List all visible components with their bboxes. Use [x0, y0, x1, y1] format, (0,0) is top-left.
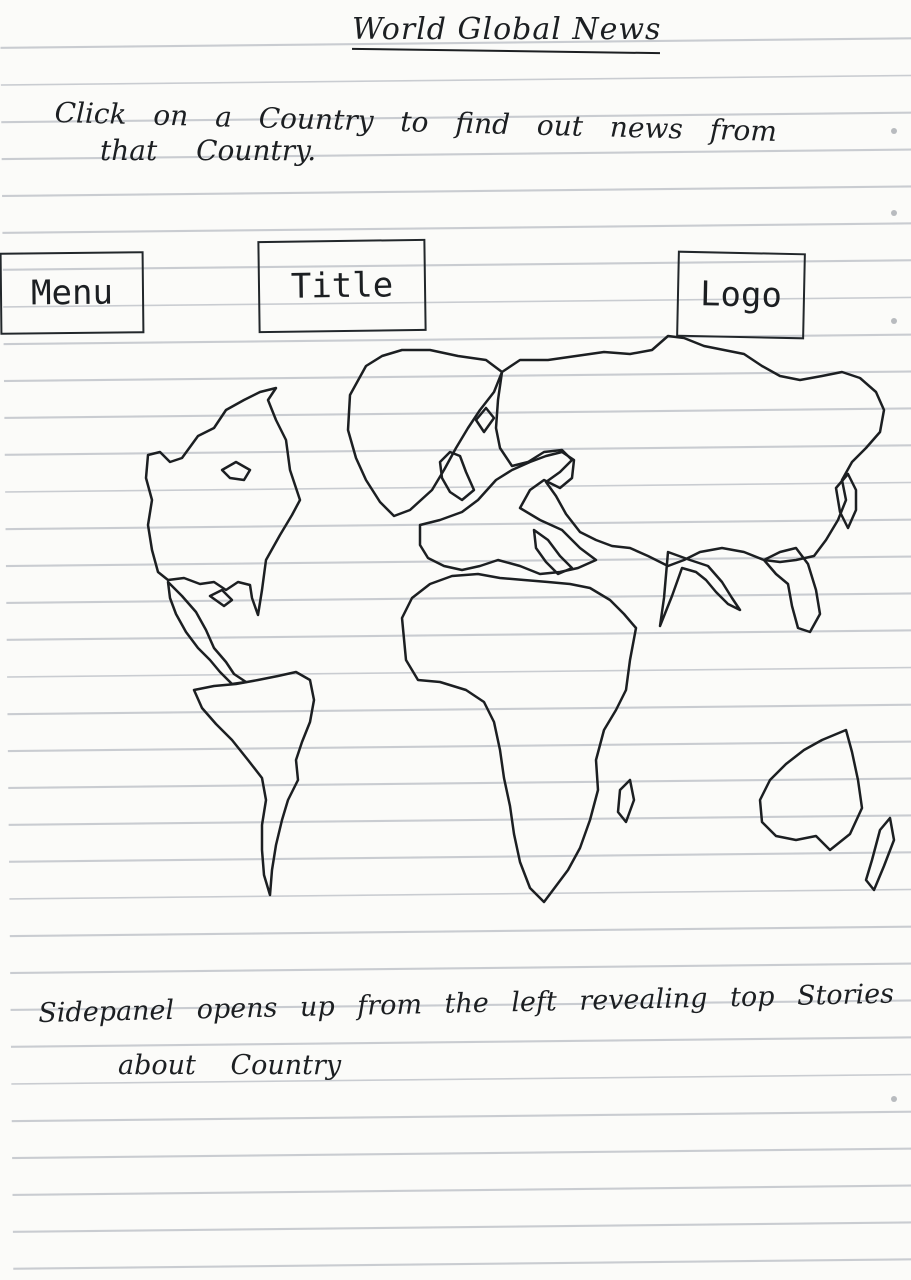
- uk-country[interactable]: [438, 450, 476, 502]
- binding-hole: [891, 128, 897, 134]
- logo-box[interactable]: Logo: [676, 250, 806, 340]
- italy-country[interactable]: [532, 528, 574, 576]
- page-title: World Global News: [352, 12, 662, 47]
- central-america-country[interactable]: [166, 580, 248, 686]
- south-america-country[interactable]: [192, 670, 316, 897]
- site-title-label: Title: [290, 265, 394, 307]
- binding-hole: [891, 1096, 897, 1102]
- north-america-country[interactable]: [144, 386, 302, 617]
- world-map[interactable]: [0, 330, 911, 920]
- menu-label: Menu: [30, 272, 114, 314]
- sidepanel-note-line-2: about Country: [118, 1050, 342, 1081]
- new-zealand-country[interactable]: [864, 816, 896, 892]
- india-country[interactable]: [658, 550, 742, 628]
- africa-country[interactable]: [400, 572, 638, 904]
- binding-hole: [891, 210, 897, 216]
- hudson-bay-outline: [220, 460, 252, 482]
- logo-label: Logo: [699, 274, 783, 316]
- australia-country[interactable]: [758, 728, 864, 852]
- scandinavia-country[interactable]: [346, 348, 504, 518]
- binding-hole: [891, 318, 897, 324]
- europe-country[interactable]: [418, 450, 598, 576]
- madagascar-country[interactable]: [616, 778, 636, 824]
- instruction-line-2: that Country.: [100, 134, 317, 167]
- caribbean-outline: [208, 588, 234, 608]
- site-title-box: Title: [257, 238, 427, 334]
- menu-button[interactable]: Menu: [0, 251, 145, 335]
- russia-country[interactable]: [494, 334, 886, 568]
